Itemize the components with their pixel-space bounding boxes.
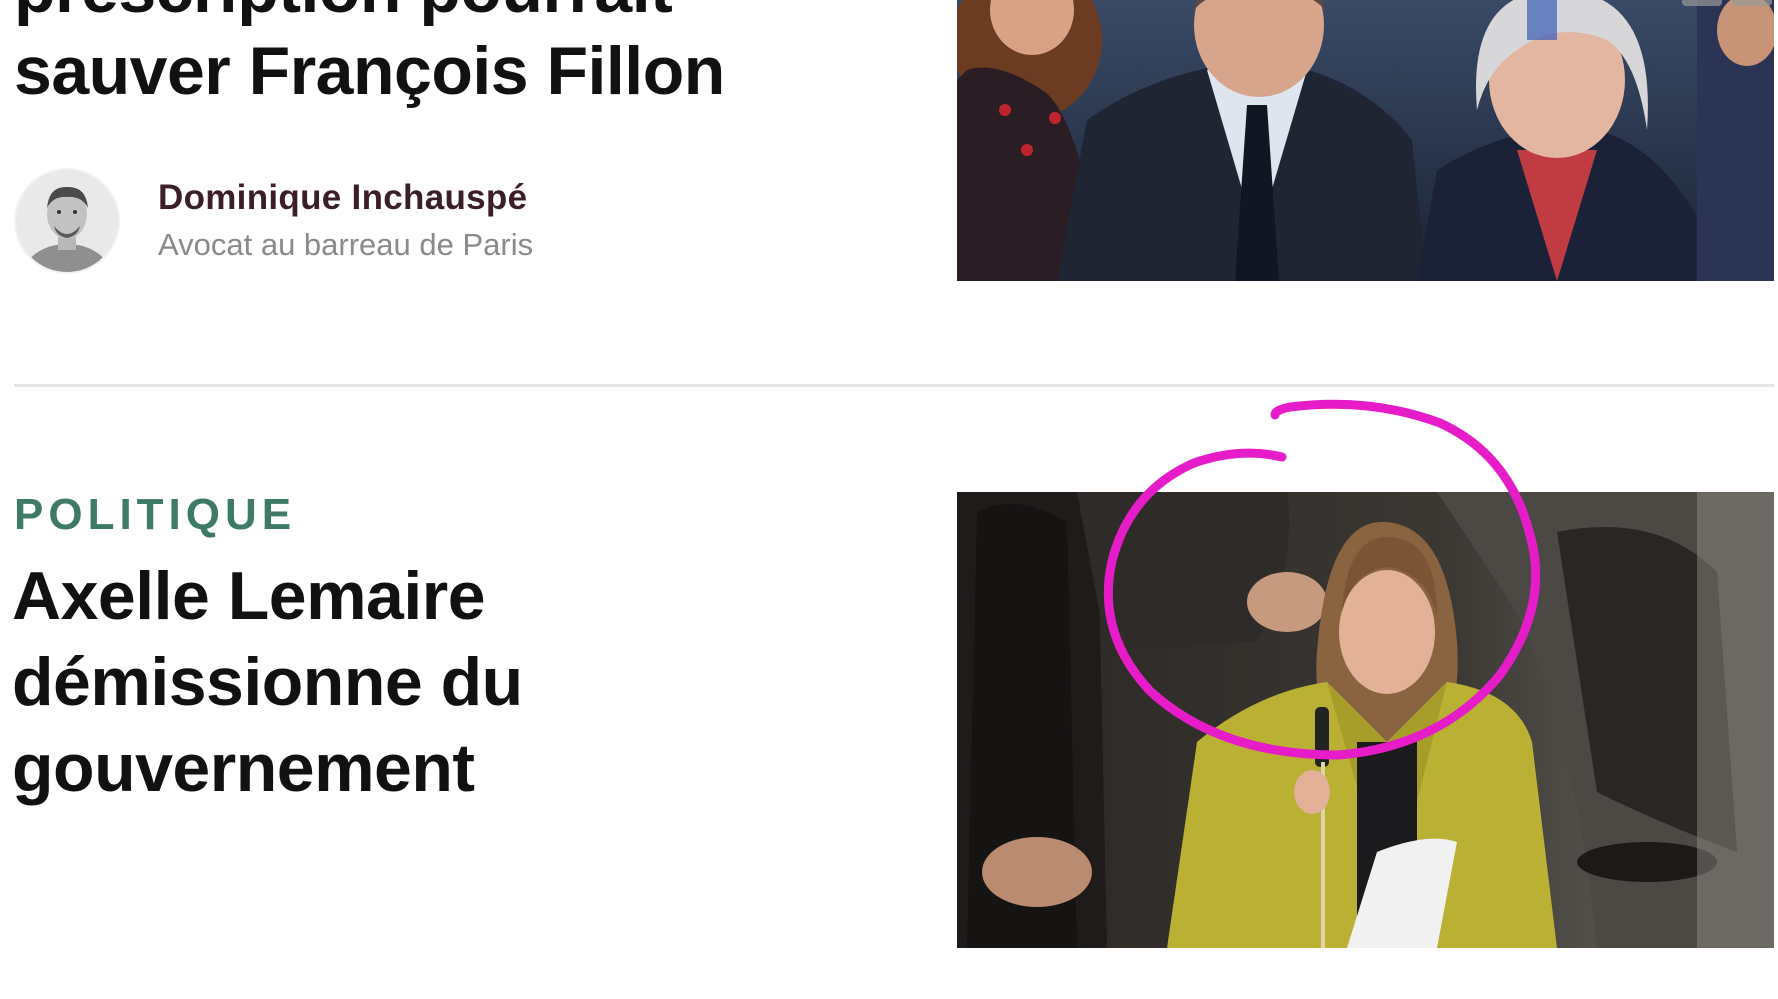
- article-separator: [14, 384, 1774, 387]
- author-text: Dominique Inchauspé Avocat au barreau de…: [158, 176, 533, 266]
- photo-icon: [957, 0, 1774, 281]
- corner-tab: [1682, 0, 1722, 6]
- corner-tab: [1732, 0, 1772, 6]
- author-avatar[interactable]: [16, 170, 118, 272]
- article-title[interactable]: Axelle Lemaire démissionne du gouverneme…: [12, 553, 912, 811]
- author-name[interactable]: Dominique Inchauspé: [158, 176, 533, 220]
- article-image-fillon[interactable]: [957, 0, 1774, 281]
- article-image-lemaire[interactable]: [957, 492, 1774, 948]
- title-line[interactable]: Axelle Lemaire: [12, 553, 912, 639]
- author-role: Avocat au barreau de Paris: [158, 227, 534, 262]
- author-byline[interactable]: Dominique Inchauspé Avocat au barreau de…: [16, 170, 533, 272]
- avatar-photo-icon: [16, 170, 118, 272]
- title-line[interactable]: sauver François Fillon: [14, 30, 914, 112]
- news-feed-page: prescription pourrait sauver François Fi…: [0, 0, 1778, 999]
- article-title[interactable]: prescription pourrait sauver François Fi…: [14, 0, 914, 112]
- title-line[interactable]: démissionne du: [12, 639, 912, 725]
- category-label[interactable]: POLITIQUE: [14, 490, 296, 540]
- title-line[interactable]: gouvernement: [12, 725, 912, 811]
- photo-icon: [957, 492, 1774, 948]
- title-line[interactable]: prescription pourrait: [14, 0, 914, 30]
- window-corner-mark: [1682, 0, 1772, 6]
